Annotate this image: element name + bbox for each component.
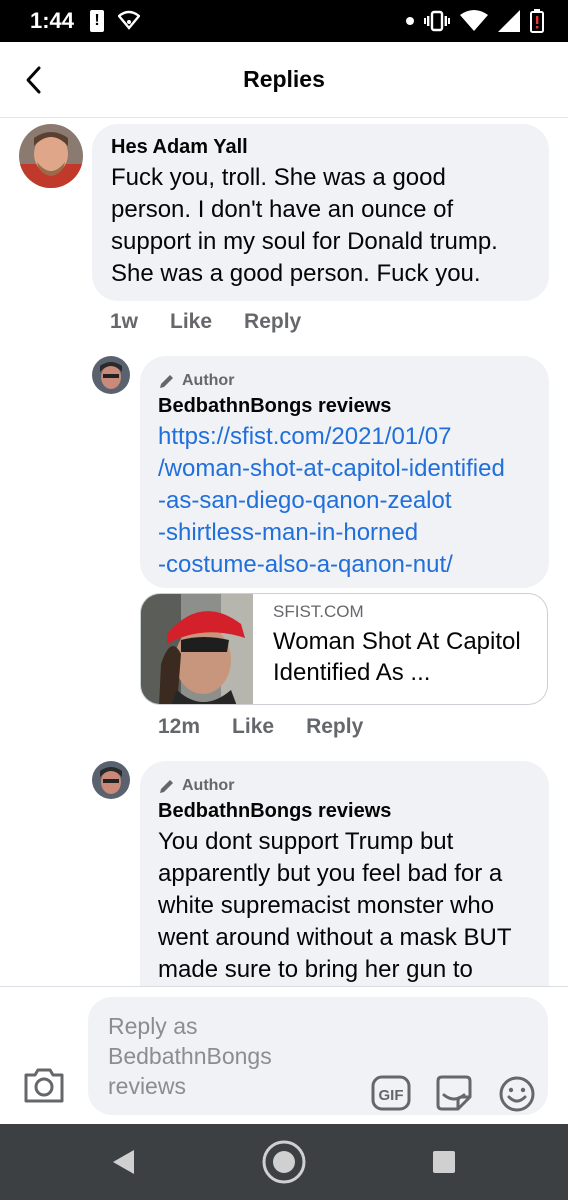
profile-photo — [92, 761, 130, 799]
comment-author[interactable]: BedbathnBongs reviews — [158, 393, 531, 419]
reply-button[interactable]: Reply — [306, 715, 363, 739]
page-title: Replies — [243, 66, 325, 92]
comment-author[interactable]: BedbathnBongs reviews — [158, 798, 531, 824]
profile-photo — [92, 356, 130, 394]
emoji-icon — [499, 1076, 535, 1112]
nav-back-button[interactable] — [94, 1132, 154, 1192]
home-circle-icon — [262, 1140, 306, 1184]
emoji-button[interactable] — [498, 1075, 536, 1118]
pencil-icon — [160, 375, 173, 388]
comment-time: 1w — [110, 310, 139, 333]
avatar[interactable] — [19, 124, 83, 188]
avatar[interactable] — [92, 356, 130, 394]
sticker-button[interactable] — [434, 1075, 474, 1118]
profile-photo — [19, 124, 83, 188]
comment-bubble[interactable]: Author BedbathnBongs reviews You dont su… — [140, 761, 549, 986]
camera-icon — [24, 1068, 64, 1103]
wifi-signal-icon — [460, 10, 488, 31]
alert-icon: ! — [90, 10, 104, 32]
comment-author[interactable]: Hes Adam Yall — [111, 134, 529, 160]
status-bar: 1:44 ! — [0, 0, 568, 42]
like-button[interactable]: Like — [232, 715, 274, 739]
reply-placeholder: Reply as BedbathnBongs reviews — [108, 1013, 272, 1099]
author-badge: Author — [158, 775, 531, 797]
comment-bubble[interactable]: Author BedbathnBongs reviews https://sfi… — [140, 356, 549, 588]
author-badge-label: Author — [182, 777, 235, 794]
link-preview-card[interactable]: SFIST.COM Woman Shot At Capitol Identifi… — [140, 593, 548, 705]
nav-recents-button[interactable] — [414, 1132, 474, 1192]
triangle-back-icon — [113, 1150, 134, 1174]
notification-dot-icon — [406, 17, 414, 25]
header: Replies — [0, 42, 568, 118]
reply-button[interactable]: Reply — [244, 310, 301, 334]
gif-button[interactable]: GIF — [371, 1075, 411, 1116]
link-line[interactable]: -as-san-diego-qanon-zealot — [158, 485, 531, 517]
vibrate-icon — [424, 10, 450, 32]
battery-icon — [530, 9, 544, 33]
preview-thumbnail — [141, 594, 253, 704]
comment-text: You dont support Trump but apparently bu… — [158, 828, 512, 983]
sticker-icon — [436, 1075, 472, 1111]
system-nav-bar — [0, 1124, 568, 1200]
like-button[interactable]: Like — [170, 310, 212, 334]
comment-actions: 1w Like Reply — [110, 310, 301, 334]
cell-signal-icon — [498, 10, 520, 32]
comment-link[interactable]: https://sfist.com/2021/01/07 /woman-shot… — [158, 421, 531, 581]
preview-domain: SFIST.COM — [273, 602, 364, 621]
status-time: 1:44 — [30, 8, 75, 33]
author-badge-label: Author — [182, 372, 235, 389]
wifi-icon — [118, 10, 140, 30]
pencil-icon — [160, 780, 173, 793]
gif-icon: GIF — [371, 1075, 411, 1111]
comment-bubble[interactable]: Hes Adam Yall Fuck you, troll. She was a… — [92, 124, 549, 301]
nav-home-button[interactable] — [254, 1132, 314, 1192]
author-badge: Author — [158, 370, 531, 392]
square-recents-icon — [433, 1151, 455, 1173]
avatar[interactable] — [92, 761, 130, 799]
link-line[interactable]: -costume-also-a-qanon-nut/ — [158, 549, 531, 581]
comment-actions: 12m Like Reply — [158, 715, 363, 739]
link-line[interactable]: https://sfist.com/2021/01/07 — [158, 421, 531, 453]
comment-time: 12m — [158, 715, 201, 738]
comment-thread: Hes Adam Yall Fuck you, troll. She was a… — [0, 118, 568, 986]
status-icons — [406, 8, 544, 34]
link-line[interactable]: /woman-shot-at-capitol-identified — [158, 453, 531, 485]
comment-text: Fuck you, troll. She was a good person. … — [111, 164, 498, 287]
preview-title: Woman Shot At Capitol Identified As ... — [273, 628, 521, 686]
reply-composer: Reply as BedbathnBongs reviews GIF — [0, 986, 568, 1124]
gif-label: GIF — [379, 1087, 404, 1104]
link-line[interactable]: -shirtless-man-in-horned — [158, 517, 531, 549]
reply-input[interactable]: Reply as BedbathnBongs reviews GIF — [88, 997, 548, 1115]
camera-button[interactable] — [22, 1065, 66, 1105]
